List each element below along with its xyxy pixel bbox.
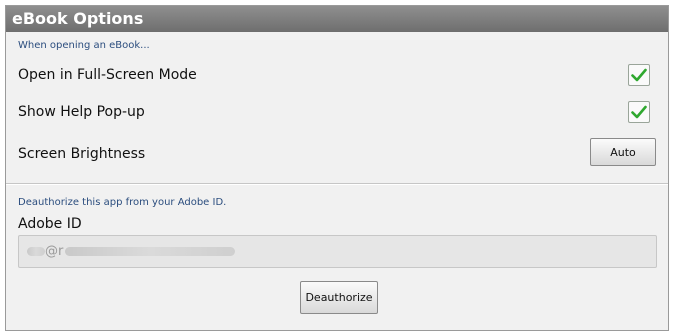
brightness-auto-button[interactable]: Auto xyxy=(590,138,656,166)
deauth-section-header: Deauthorize this app from your Adobe ID. xyxy=(18,197,227,208)
dialog-title: eBook Options xyxy=(6,6,668,32)
opening-section-header: When opening an eBook... xyxy=(18,40,150,51)
full-screen-label: Open in Full-Screen Mode xyxy=(18,67,197,83)
screen-brightness-label: Screen Brightness xyxy=(18,146,146,162)
ebook-options-dialog: eBook Options When opening an eBook... O… xyxy=(5,5,669,331)
deauthorize-button[interactable]: Deauthorize xyxy=(300,281,378,314)
checkmark-icon xyxy=(631,105,647,119)
adobe-id-value: @r xyxy=(45,244,64,259)
help-popup-checkbox[interactable] xyxy=(628,101,650,123)
checkmark-icon xyxy=(631,68,647,82)
section-divider-highlight xyxy=(6,184,668,185)
adobe-id-field[interactable]: @r xyxy=(18,235,657,268)
adobe-id-label: Adobe ID xyxy=(18,216,82,232)
full-screen-checkbox[interactable] xyxy=(628,64,650,86)
redacted-blur xyxy=(27,247,45,256)
help-popup-label: Show Help Pop-up xyxy=(18,104,145,120)
redacted-blur xyxy=(65,247,236,256)
